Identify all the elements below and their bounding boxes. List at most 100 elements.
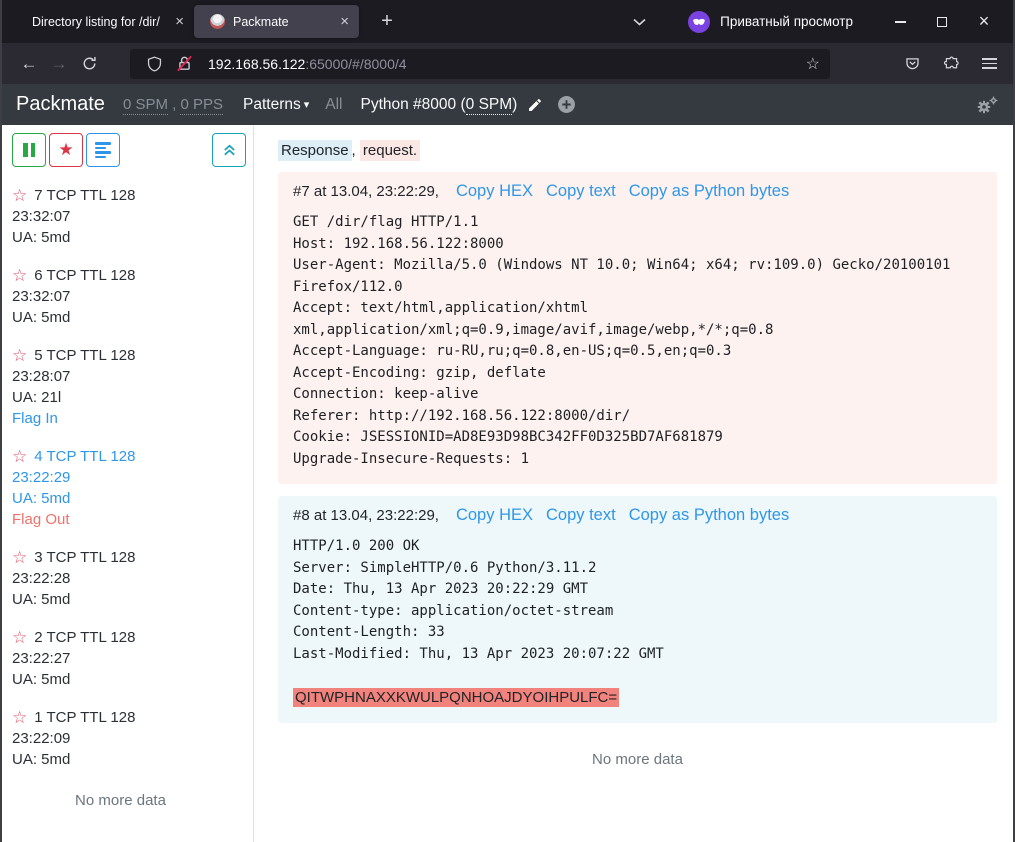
stream-ua: UA: 5md — [12, 227, 253, 248]
tab-title: Directory listing for /dir/ — [32, 15, 163, 29]
stream-item-1[interactable]: ☆ 1 TCP TTL 128 23:22:09 UA: 5md — [12, 707, 253, 770]
packet-legend: Response, request. — [278, 142, 997, 159]
stream-ua: UA: 21l — [12, 387, 253, 408]
stream-time: 23:28:07 — [12, 366, 253, 387]
copy-hex-link[interactable]: Copy HEX — [456, 506, 533, 525]
stream-title: 1 TCP TTL 128 — [34, 707, 135, 728]
packet-block-response-8: #8 at 13.04, 23:22:29, Copy HEX Copy tex… — [278, 496, 997, 723]
pocket-icon[interactable] — [904, 55, 921, 72]
chevron-down-icon: ▾ — [304, 99, 310, 111]
copy-hex-link[interactable]: Copy HEX — [456, 182, 533, 201]
settings-cogs-icon[interactable] — [975, 95, 999, 115]
stream-title: 7 TCP TTL 128 — [34, 185, 135, 206]
packet-content: GET /dir/flag HTTP/1.1 Host: 192.168.56.… — [293, 212, 975, 470]
favorite-star-icon[interactable]: ☆ — [12, 267, 27, 284]
browser-tab-bar: Directory listing for /dir/ × Packmate × +… — [0, 0, 1015, 43]
favorite-star-icon[interactable]: ☆ — [12, 448, 27, 465]
stream-title: 6 TCP TTL 128 — [34, 265, 135, 286]
stream-ua: UA: 5md — [12, 669, 253, 690]
tab-close-icon[interactable]: × — [340, 14, 349, 29]
matched-flag-highlight: QITWPHNAXXKWULPQNHOAJDYOIHPULFC= — [293, 688, 619, 707]
packet-content: HTTP/1.0 200 OK Server: SimpleHTTP/0.6 P… — [293, 536, 975, 709]
spm-stat: 0 SPM — [123, 96, 168, 115]
tab-close-icon[interactable]: × — [175, 14, 184, 29]
packet-meta: #7 at 13.04, 23:22:29, — [293, 183, 439, 200]
forward-button[interactable]: → — [44, 50, 74, 78]
url-path: :65000/#/8000/4 — [305, 56, 406, 72]
favorite-star-icon[interactable]: ☆ — [12, 629, 27, 646]
stream-ua: UA: 5md — [12, 749, 253, 770]
stream-ua: UA: 5md — [12, 589, 253, 610]
content-area: ★ ☆ 7 TCP TTL 128 23:32:07 UA: 5md ☆ 6 TCP… — [0, 125, 1015, 842]
copy-text-link[interactable]: Copy text — [546, 182, 616, 201]
stream-time: 23:22:27 — [12, 648, 253, 669]
stream-item-3[interactable]: ☆3 TCP TTL 128 23:22:28 UA: 5md — [12, 547, 253, 610]
browser-tab-packmate[interactable]: Packmate × — [194, 5, 359, 38]
private-browsing-mask-icon — [688, 11, 710, 33]
main-no-more-data: No more data — [278, 751, 997, 768]
stream-time: 23:22:09 — [12, 728, 253, 749]
window-minimize-button[interactable] — [879, 13, 921, 30]
pause-icon — [23, 143, 35, 157]
list-view-button[interactable] — [86, 133, 120, 167]
window-maximize-button[interactable] — [921, 13, 963, 30]
tab-title: Packmate — [233, 15, 328, 29]
favorite-star-icon[interactable]: ☆ — [12, 187, 27, 204]
stream-item-2[interactable]: ☆ 2 TCP TTL 128 23:22:27 UA: 5md — [12, 627, 253, 690]
favorites-filter-button[interactable]: ★ — [49, 133, 83, 167]
legend-request: request. — [360, 140, 420, 161]
menu-hamburger-icon[interactable] — [982, 58, 997, 69]
favorite-star-icon[interactable]: ☆ — [12, 347, 27, 364]
stream-sidebar: ★ ☆ 7 TCP TTL 128 23:32:07 UA: 5md ☆ 6 TCP… — [0, 125, 254, 842]
list-icon — [95, 140, 111, 160]
edit-pattern-pencil-icon[interactable] — [527, 97, 543, 113]
shield-icon[interactable] — [146, 55, 163, 73]
back-button[interactable]: ← — [14, 50, 44, 78]
flag-in-link[interactable]: Flag In — [12, 408, 253, 429]
stream-item-6[interactable]: ☆6 TCP TTL 128 23:32:07 UA: 5md — [12, 265, 253, 328]
stream-time: 23:22:28 — [12, 568, 253, 589]
packet-block-request-7: #7 at 13.04, 23:22:29, Copy HEX Copy tex… — [278, 172, 997, 484]
stream-item-5[interactable]: ☆ 5 TCP TTL 128 23:28:07 UA: 21l Flag In — [12, 345, 253, 429]
window-close-button[interactable]: × — [963, 11, 1005, 32]
new-tab-button[interactable]: + — [373, 10, 401, 33]
app-brand[interactable]: Packmate — [16, 93, 105, 116]
private-browsing-label: Приватный просмотр — [720, 14, 853, 29]
copy-python-bytes-link[interactable]: Copy as Python bytes — [629, 506, 790, 525]
browser-tab-directory[interactable]: Directory listing for /dir/ × — [16, 5, 194, 38]
add-pattern-button[interactable] — [557, 95, 576, 114]
stream-ua: UA: 5md — [12, 488, 253, 509]
pps-stat: 0 PPS — [180, 96, 223, 115]
toolbar-right-icons — [904, 55, 1003, 72]
url-text: 192.168.56.122:65000/#/8000/4 — [208, 56, 798, 72]
url-host: 192.168.56.122 — [208, 56, 305, 72]
copy-text-link[interactable]: Copy text — [546, 506, 616, 525]
sidebar-toolbar: ★ — [12, 133, 253, 167]
list-all-tabs-chevron-icon[interactable] — [633, 18, 646, 26]
stream-time: 23:22:29 — [12, 467, 253, 488]
sidebar-no-more-data: No more data — [12, 792, 229, 809]
copy-python-bytes-link[interactable]: Copy as Python bytes — [629, 182, 790, 201]
stream-title: 2 TCP TTL 128 — [34, 627, 135, 648]
pattern-spm-stat: 0 SPM — [466, 96, 513, 115]
legend-response: Response — [278, 140, 352, 161]
flag-out-link[interactable]: Flag Out — [12, 509, 253, 530]
all-patterns-link[interactable]: All — [325, 96, 342, 114]
insecure-lock-icon[interactable] — [175, 54, 194, 73]
stream-item-7[interactable]: ☆7 TCP TTL 128 23:32:07 UA: 5md — [12, 185, 253, 248]
favorite-star-icon[interactable]: ☆ — [12, 549, 27, 566]
packmate-favicon-icon — [210, 14, 225, 29]
pause-capture-button[interactable] — [12, 133, 46, 167]
favorite-star-icon[interactable]: ☆ — [12, 709, 27, 726]
extensions-puzzle-icon[interactable] — [943, 55, 960, 72]
reload-button[interactable] — [74, 50, 104, 78]
stream-title: 5 TCP TTL 128 — [34, 345, 135, 366]
stream-time: 23:32:07 — [12, 286, 253, 307]
packet-header: #7 at 13.04, 23:22:29, Copy HEX Copy tex… — [293, 182, 982, 201]
scroll-to-top-button[interactable] — [212, 133, 246, 167]
bookmark-star-icon[interactable]: ☆ — [806, 54, 820, 74]
url-bar[interactable]: 192.168.56.122:65000/#/8000/4 ☆ — [130, 49, 830, 79]
stream-item-4-selected[interactable]: ☆4 TCP TTL 128 23:22:29 UA: 5md Flag Out — [12, 446, 253, 530]
current-pattern-title[interactable]: Python #8000 (0 SPM) — [361, 96, 518, 114]
patterns-dropdown[interactable]: Patterns▾ — [243, 96, 309, 114]
